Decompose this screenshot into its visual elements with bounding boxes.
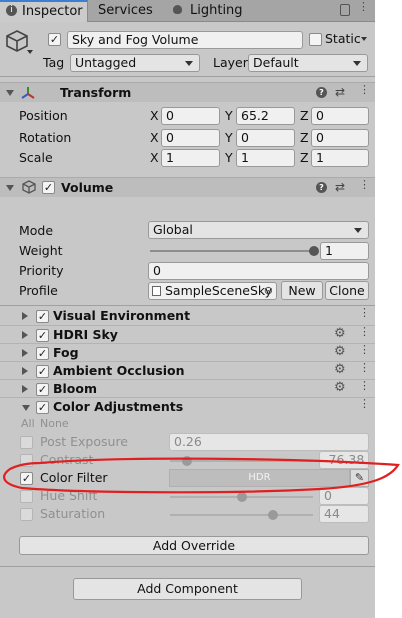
annotation-ellipse <box>3 457 400 494</box>
